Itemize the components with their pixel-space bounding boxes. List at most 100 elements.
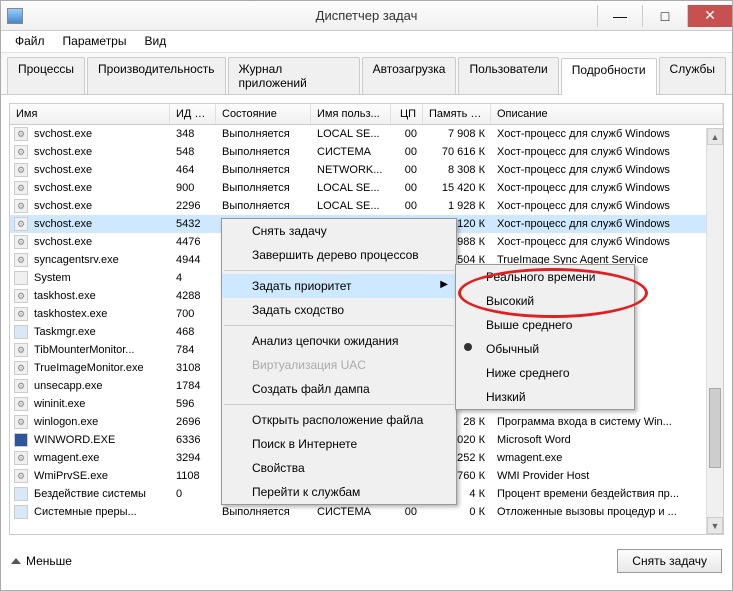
cell-name: svchost.exe — [28, 144, 170, 160]
tab-details[interactable]: Подробности — [561, 58, 657, 95]
cell-cpu: 00 — [391, 180, 423, 196]
ctx-end-task[interactable]: Снять задачу — [222, 219, 456, 243]
cell-mem: 15 420 К — [423, 180, 491, 196]
process-icon — [14, 325, 28, 339]
cell-state: Выполняется — [216, 126, 311, 142]
fewer-details-button[interactable]: Меньше — [11, 554, 72, 568]
scroll-down-button[interactable]: ▼ — [707, 517, 723, 534]
tab-app-history[interactable]: Журнал приложений — [228, 57, 360, 94]
cell-user: LOCAL SE... — [311, 126, 391, 142]
cell-desc: Процент времени бездействия пр... — [491, 486, 723, 502]
process-icon — [14, 343, 28, 357]
cell-desc: Хост-процесс для служб Windows — [491, 216, 723, 232]
close-button[interactable]: ✕ — [687, 5, 732, 27]
ctx-sep — [224, 325, 454, 326]
cell-state: Выполняется — [216, 504, 311, 520]
cell-name: svchost.exe — [28, 162, 170, 178]
vertical-scrollbar[interactable]: ▲ ▼ — [706, 128, 723, 534]
cell-state: Выполняется — [216, 198, 311, 214]
ctx-properties[interactable]: Свойства — [222, 456, 456, 480]
cell-name: TibMounterMonitor... — [28, 342, 170, 358]
ctx-goto-services[interactable]: Перейти к службам — [222, 480, 456, 504]
cell-pid: 6336 — [170, 432, 216, 448]
ctx-end-tree[interactable]: Завершить дерево процессов — [222, 243, 456, 267]
cell-pid: 784 — [170, 342, 216, 358]
priority-low[interactable]: Низкий — [456, 385, 634, 409]
cell-desc: Хост-процесс для служб Windows — [491, 162, 723, 178]
cell-pid: 1784 — [170, 378, 216, 394]
table-row[interactable]: svchost.exe2296ВыполняетсяLOCAL SE...001… — [10, 197, 723, 215]
cell-user: СИСТЕМА — [311, 144, 391, 160]
table-header: Имя ИД п... Состояние Имя польз... ЦП Па… — [10, 104, 723, 125]
cell-name: Системные преры... — [28, 504, 170, 520]
tab-processes[interactable]: Процессы — [7, 57, 85, 94]
ctx-search-online[interactable]: Поиск в Интернете — [222, 432, 456, 456]
tab-services[interactable]: Службы — [659, 57, 726, 94]
cell-name: svchost.exe — [28, 234, 170, 250]
col-desc[interactable]: Описание — [491, 104, 723, 124]
cell-cpu: 00 — [391, 504, 423, 520]
process-icon — [14, 253, 28, 267]
cell-state: Выполняется — [216, 162, 311, 178]
ctx-create-dump[interactable]: Создать файл дампа — [222, 377, 456, 401]
scroll-thumb[interactable] — [709, 388, 721, 468]
cell-name: svchost.exe — [28, 180, 170, 196]
priority-above-normal[interactable]: Выше среднего — [456, 313, 634, 337]
cell-cpu: 00 — [391, 198, 423, 214]
maximize-button[interactable]: □ — [642, 5, 687, 27]
cell-desc: Хост-процесс для служб Windows — [491, 144, 723, 160]
ctx-set-affinity[interactable]: Задать сходство — [222, 298, 456, 322]
tab-startup[interactable]: Автозагрузка — [362, 57, 457, 94]
cell-pid: 464 — [170, 162, 216, 178]
ctx-set-priority[interactable]: Задать приоритет▶ — [222, 274, 456, 298]
col-pid[interactable]: ИД п... — [170, 104, 216, 124]
cell-name: unsecapp.exe — [28, 378, 170, 394]
priority-below-normal[interactable]: Ниже среднего — [456, 361, 634, 385]
tab-performance[interactable]: Производительность — [87, 57, 225, 94]
minimize-button[interactable]: — — [597, 5, 642, 27]
process-icon — [14, 127, 28, 141]
priority-normal[interactable]: Обычный — [456, 337, 634, 361]
process-icon — [14, 163, 28, 177]
menu-options[interactable]: Параметры — [55, 33, 135, 50]
table-row[interactable]: svchost.exe464ВыполняетсяNETWORK...008 3… — [10, 161, 723, 179]
cell-cpu: 00 — [391, 126, 423, 142]
table-row[interactable]: svchost.exe548ВыполняетсяСИСТЕМА0070 616… — [10, 143, 723, 161]
cell-pid: 900 — [170, 180, 216, 196]
priority-high[interactable]: Высокий — [456, 289, 634, 313]
col-cpu[interactable]: ЦП — [391, 104, 423, 124]
process-icon — [14, 397, 28, 411]
cell-name: winlogon.exe — [28, 414, 170, 430]
cell-desc: Хост-процесс для служб Windows — [491, 126, 723, 142]
cell-pid: 4 — [170, 270, 216, 286]
process-icon — [14, 217, 28, 231]
col-name[interactable]: Имя — [10, 104, 170, 124]
table-row[interactable]: svchost.exe348ВыполняетсяLOCAL SE...007 … — [10, 125, 723, 143]
ctx-sep — [224, 404, 454, 405]
cell-pid: 348 — [170, 126, 216, 142]
cell-name: WmiPrvSE.exe — [28, 468, 170, 484]
col-state[interactable]: Состояние — [216, 104, 311, 124]
menu-view[interactable]: Вид — [136, 33, 174, 50]
menu-file[interactable]: Файл — [7, 33, 53, 50]
chevron-up-icon — [11, 558, 21, 564]
cell-user: NETWORK... — [311, 162, 391, 178]
cell-pid: 3108 — [170, 360, 216, 376]
table-row[interactable]: Системные преры...ВыполняетсяСИСТЕМА000 … — [10, 503, 723, 521]
cell-desc: Хост-процесс для служб Windows — [491, 198, 723, 214]
col-user[interactable]: Имя польз... — [311, 104, 391, 124]
col-mem[interactable]: Память (ч... — [423, 104, 491, 124]
cell-name: Бездействие системы — [28, 486, 170, 502]
ctx-open-location[interactable]: Открыть расположение файла — [222, 408, 456, 432]
ctx-analyze-wait[interactable]: Анализ цепочки ожидания — [222, 329, 456, 353]
submenu-arrow-icon: ▶ — [440, 279, 448, 290]
cell-desc: Программа входа в систему Win... — [491, 414, 723, 430]
scroll-up-button[interactable]: ▲ — [707, 128, 723, 145]
table-row[interactable]: svchost.exe900ВыполняетсяLOCAL SE...0015… — [10, 179, 723, 197]
cell-name: svchost.exe — [28, 198, 170, 214]
process-icon — [14, 469, 28, 483]
tab-users[interactable]: Пользователи — [458, 57, 558, 94]
menubar: Файл Параметры Вид — [1, 31, 732, 53]
end-task-button[interactable]: Снять задачу — [617, 549, 722, 573]
priority-realtime[interactable]: Реального времени — [456, 265, 634, 289]
